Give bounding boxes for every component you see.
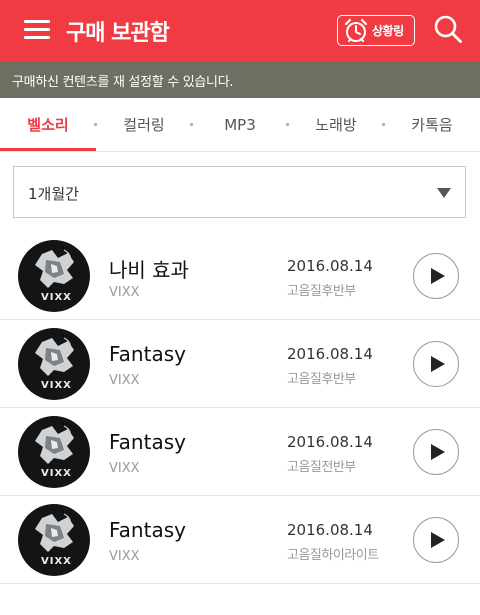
song-title: Fantasy	[109, 430, 186, 454]
period-selected-value: 1개월간	[28, 185, 79, 203]
tab-coloring[interactable]: 컬러링	[96, 98, 192, 152]
album-logo-text: VIXX	[41, 380, 72, 391]
audio-quality: 고음질후반부	[287, 372, 356, 387]
tab-mp3[interactable]: MP3	[192, 98, 288, 152]
play-icon	[431, 268, 445, 284]
album-art: VIXX	[18, 328, 90, 400]
album-logo-text: VIXX	[41, 468, 72, 479]
list-item[interactable]: VIXX Fantasy VIXX 2016.08.14 고음질전반부	[0, 408, 480, 496]
tab-bar: 벨소리 컬러링 MP3 노래방 카톡음	[0, 98, 480, 152]
hamburger-menu-icon[interactable]	[24, 19, 50, 41]
purchase-date: 2016.08.14	[287, 257, 373, 275]
purchase-date: 2016.08.14	[287, 521, 373, 539]
album-art: VIXX	[18, 416, 90, 488]
active-tab-indicator	[0, 148, 96, 151]
alarm-clock-icon	[344, 18, 368, 42]
purchase-date: 2016.08.14	[287, 433, 373, 451]
album-art: VIXX	[18, 240, 90, 312]
play-button[interactable]	[413, 429, 459, 475]
search-icon[interactable]	[433, 14, 463, 44]
song-artist: VIXX	[109, 285, 140, 300]
triangle-down-icon	[437, 188, 451, 198]
audio-quality: 고음질후반부	[287, 284, 356, 299]
song-artist: VIXX	[109, 373, 140, 388]
list-item[interactable]: VIXX Fantasy VIXX 2016.08.14 고음질후반부	[0, 320, 480, 408]
audio-quality: 고음질하이라이트	[287, 548, 379, 563]
album-logo-text: VIXX	[41, 556, 72, 567]
play-button[interactable]	[413, 341, 459, 387]
album-logo-text: VIXX	[41, 292, 72, 303]
play-icon	[431, 532, 445, 548]
list-item[interactable]: VIXX 나비 효과 VIXX 2016.08.14 고음질후반부	[0, 232, 480, 320]
purchase-date: 2016.08.14	[287, 345, 373, 363]
play-button[interactable]	[413, 253, 459, 299]
ringtone-button[interactable]: 상황링	[337, 15, 415, 46]
play-icon	[431, 444, 445, 460]
play-icon	[431, 356, 445, 372]
notice-bar: 구매하신 컨텐츠를 재 설정할 수 있습니다.	[0, 62, 480, 98]
album-art: VIXX	[18, 504, 90, 576]
play-button[interactable]	[413, 517, 459, 563]
audio-quality: 고음질전반부	[287, 460, 356, 475]
song-title: Fantasy	[109, 342, 186, 366]
tab-kakaotalk-sound[interactable]: 카톡음	[384, 98, 480, 152]
notice-text: 구매하신 컨텐츠를 재 설정할 수 있습니다.	[12, 75, 234, 90]
page-title: 구매 보관함	[66, 21, 170, 46]
song-title: 나비 효과	[109, 258, 189, 282]
song-artist: VIXX	[109, 549, 140, 564]
song-title: Fantasy	[109, 518, 186, 542]
tab-karaoke[interactable]: 노래방	[288, 98, 384, 152]
period-select[interactable]: 1개월간	[13, 166, 466, 218]
app-header: 구매 보관함 상황링	[0, 0, 480, 62]
list-item[interactable]: VIXX Fantasy VIXX 2016.08.14 고음질하이라이트	[0, 496, 480, 584]
tab-ringtone[interactable]: 벨소리	[0, 98, 96, 152]
song-artist: VIXX	[109, 461, 140, 476]
ringtone-label: 상황링	[372, 24, 404, 38]
